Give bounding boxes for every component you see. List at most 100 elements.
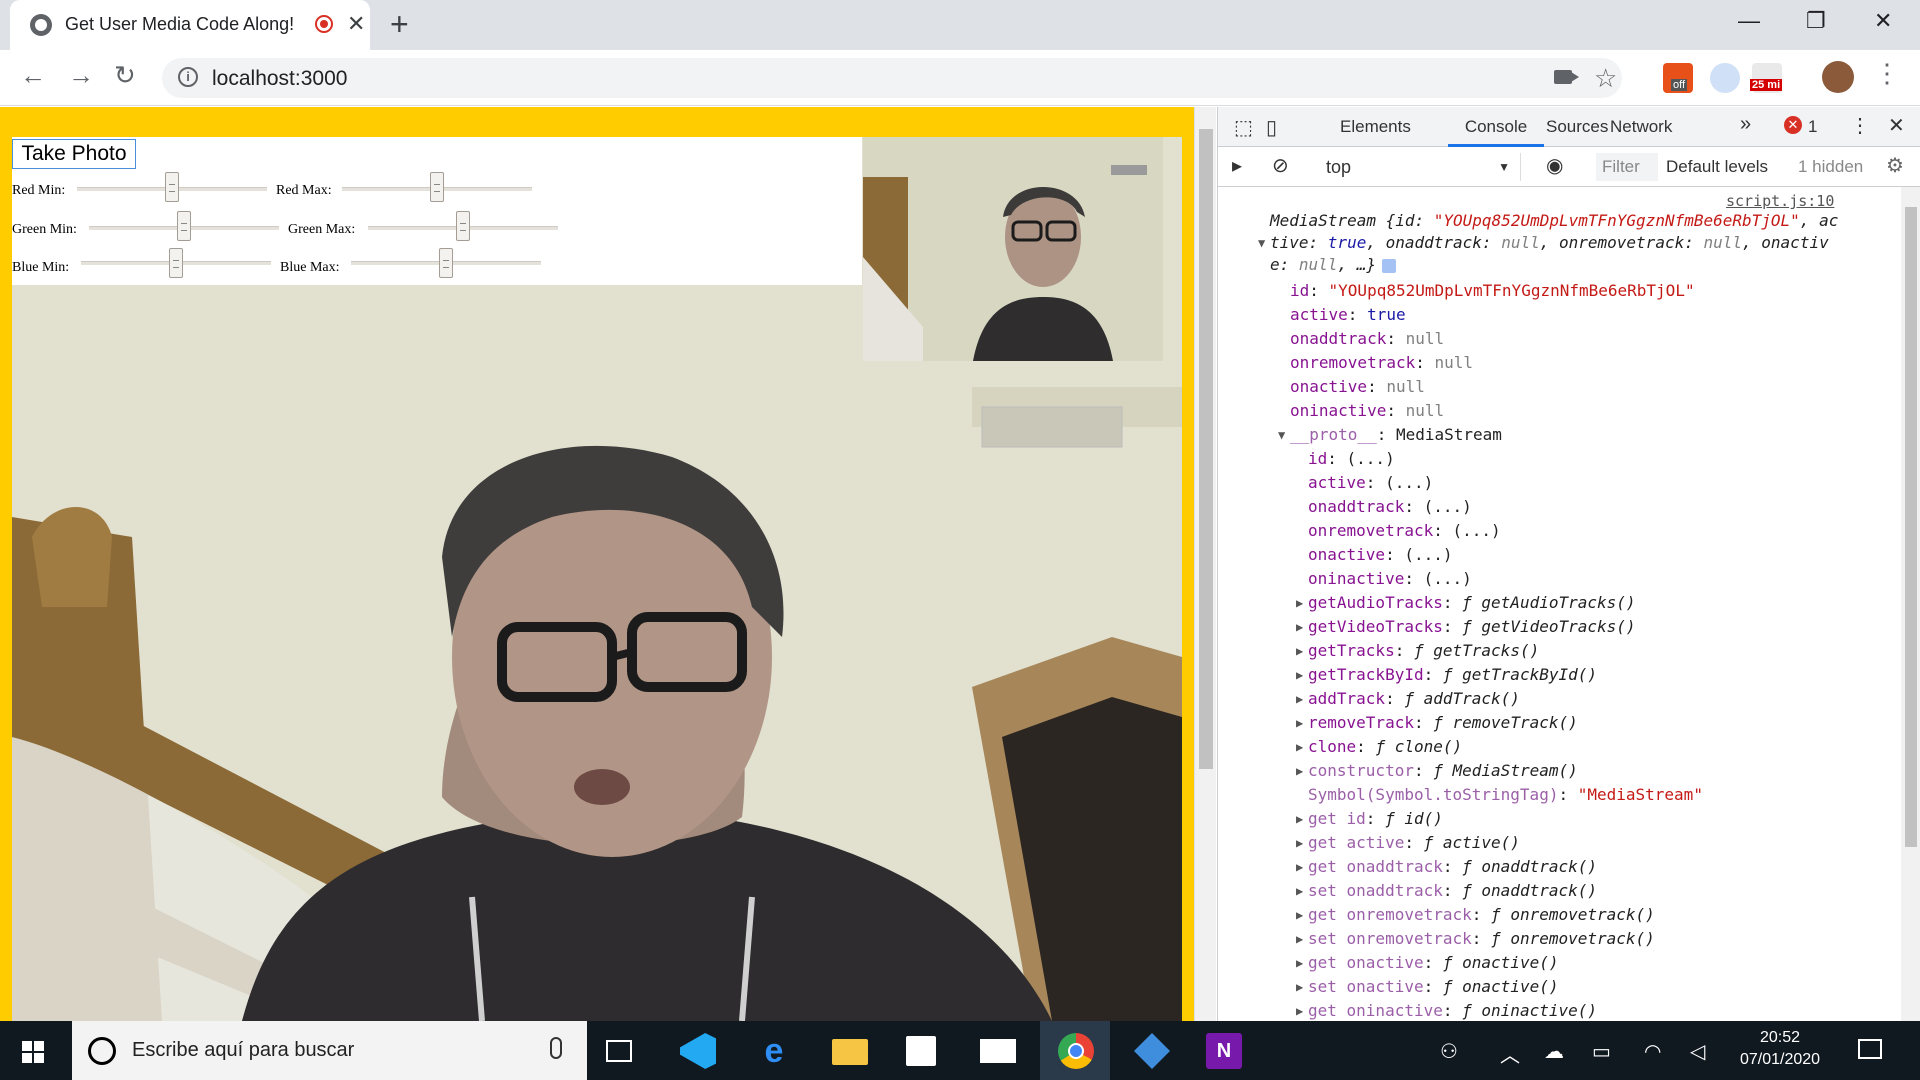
onedrive-cloud-icon[interactable]: ☁ xyxy=(1544,1039,1564,1064)
camera-icon[interactable] xyxy=(1554,70,1579,84)
expand-arrow-icon[interactable]: ▶ xyxy=(1296,975,1303,999)
tab-elements[interactable]: Elements xyxy=(1340,117,1411,137)
new-tab-button[interactable]: + xyxy=(390,6,409,43)
proto-row[interactable]: ▼ __proto__: MediaStream xyxy=(1278,423,1502,447)
page-scrollbar-thumb[interactable] xyxy=(1199,129,1213,769)
extension-icon-2[interactable] xyxy=(1710,63,1740,93)
page-scrollbar[interactable] xyxy=(1194,107,1216,1021)
info-badge-icon[interactable] xyxy=(1381,258,1396,273)
vscode-icon[interactable] xyxy=(680,1033,716,1069)
console-summary-line-2[interactable]: ▼ tive: true, onaddtrack: null, onremovet… xyxy=(1258,231,1829,255)
console-summary-line-3[interactable]: e: null, …} xyxy=(1270,253,1396,277)
expand-arrow-icon[interactable]: ▶ xyxy=(1296,591,1303,615)
proto-method-row[interactable]: ▶ removeTrack: ƒ removeTrack() xyxy=(1296,711,1578,735)
prop-row-onaddtrack[interactable]: onaddtrack: null xyxy=(1290,327,1444,351)
expand-arrow-icon[interactable]: ▶ xyxy=(1296,711,1303,735)
expand-arrow-icon[interactable]: ▶ xyxy=(1296,999,1303,1021)
action-center-icon[interactable] xyxy=(1858,1039,1882,1059)
proto-prop-row[interactable]: active: (...) xyxy=(1308,471,1433,495)
expand-arrow-icon[interactable]: ▶ xyxy=(1296,951,1303,975)
take-photo-button[interactable]: Take Photo xyxy=(12,139,136,169)
accessor-row[interactable]: ▶ get id: ƒ id() xyxy=(1296,807,1443,831)
proto-prop-row[interactable]: onactive: (...) xyxy=(1308,543,1453,567)
mail-icon[interactable] xyxy=(980,1039,1016,1063)
cortana-icon[interactable] xyxy=(88,1037,116,1065)
expand-arrow-icon[interactable]: ▶ xyxy=(1296,831,1303,855)
menu-icon[interactable]: ⋮ xyxy=(1874,58,1900,89)
proto-prop-row[interactable]: id: (...) xyxy=(1308,447,1395,471)
proto-prop-row[interactable]: oninactive: (...) xyxy=(1308,567,1472,591)
tab-close-button[interactable]: ✕ xyxy=(347,11,365,37)
console-scrollbar[interactable] xyxy=(1901,187,1920,1021)
expand-arrow-icon[interactable]: ▶ xyxy=(1296,615,1303,639)
wifi-icon[interactable]: ◠ xyxy=(1644,1039,1661,1064)
clock[interactable]: 20:52 07/01/2020 xyxy=(1735,1027,1825,1071)
edge-icon[interactable]: e xyxy=(756,1033,792,1069)
url-text[interactable]: localhost:3000 xyxy=(212,67,347,91)
prop-row-oninactive[interactable]: oninactive: null xyxy=(1290,399,1444,423)
expand-arrow-icon[interactable]: ▶ xyxy=(1296,807,1303,831)
accessor-row[interactable]: ▶ get onaddtrack: ƒ onaddtrack() xyxy=(1296,855,1597,879)
blue-max-slider-thumb[interactable] xyxy=(439,248,453,278)
expand-arrow-icon[interactable]: ▶ xyxy=(1296,663,1303,687)
search-placeholder[interactable]: Escribe aquí para buscar xyxy=(132,1039,354,1062)
accessor-row[interactable]: ▶ get active: ƒ active() xyxy=(1296,831,1520,855)
show-hidden-icons-chevron-icon[interactable]: ︿ xyxy=(1500,1039,1520,1068)
proto-method-row[interactable]: ▶ clone: ƒ clone() xyxy=(1296,735,1462,759)
volume-icon[interactable]: ◁ xyxy=(1690,1039,1705,1064)
accessor-row[interactable]: ▶ set onremovetrack: ƒ onremovetrack() xyxy=(1296,927,1655,951)
accessor-row[interactable]: ▶ set onactive: ƒ onactive() xyxy=(1296,975,1558,999)
proto-method-row[interactable]: ▶ constructor: ƒ MediaStream() xyxy=(1296,759,1578,783)
site-info-icon[interactable]: i xyxy=(178,67,198,87)
red-max-slider-thumb[interactable] xyxy=(430,172,444,202)
bookmark-star-icon[interactable]: ☆ xyxy=(1594,63,1617,94)
accessor-row[interactable]: ▶ get onactive: ƒ onactive() xyxy=(1296,951,1558,975)
live-expression-eye-icon[interactable]: ◉ xyxy=(1546,153,1563,178)
prop-row-active[interactable]: active: true xyxy=(1290,303,1406,327)
blue-min-slider-thumb[interactable] xyxy=(169,248,183,278)
tab-console[interactable]: Console xyxy=(1448,107,1544,147)
prop-row-onactive[interactable]: onactive: null xyxy=(1290,375,1425,399)
context-selector[interactable]: top ▼ xyxy=(1316,153,1521,181)
restore-button[interactable]: ❐ xyxy=(1806,8,1826,34)
proto-method-row[interactable]: ▶ getAudioTracks: ƒ getAudioTracks() xyxy=(1296,591,1636,615)
expand-arrow-icon[interactable]: ▶ xyxy=(1296,759,1303,783)
reload-icon[interactable]: ↻ xyxy=(114,60,136,91)
address-bar[interactable]: i localhost:3000 ☆ xyxy=(162,58,1622,98)
error-count[interactable]: 1 xyxy=(1808,117,1817,137)
tab-network[interactable]: Network xyxy=(1610,117,1672,137)
minimize-button[interactable]: — xyxy=(1738,8,1760,34)
taskbar-search-box[interactable]: Escribe aquí para buscar xyxy=(72,1021,587,1080)
file-explorer-icon[interactable] xyxy=(832,1039,868,1065)
back-icon[interactable]: ← xyxy=(20,60,46,91)
windows-start-icon[interactable] xyxy=(22,1041,44,1063)
store-icon[interactable] xyxy=(906,1036,936,1066)
proto-prop-row[interactable]: onaddtrack: (...) xyxy=(1308,495,1472,519)
red-min-slider-thumb[interactable] xyxy=(165,172,179,202)
close-window-button[interactable]: ✕ xyxy=(1874,8,1892,34)
prop-row-id[interactable]: id: "YOUpq852UmDpLvmTFnYGgznNfmBe6eRbTjO… xyxy=(1290,279,1695,303)
devtools-close-icon[interactable]: ✕ xyxy=(1888,113,1905,138)
expand-arrow-icon[interactable]: ▶ xyxy=(1296,735,1303,759)
expand-arrow-icon[interactable]: ▼ xyxy=(1278,423,1285,447)
console-settings-gear-icon[interactable]: ⚙ xyxy=(1886,153,1904,178)
green-min-slider-thumb[interactable] xyxy=(177,211,191,241)
expand-arrow-icon[interactable]: ▶ xyxy=(1296,687,1303,711)
microphone-icon[interactable] xyxy=(550,1037,562,1059)
proto-method-row[interactable]: ▶ getVideoTracks: ƒ getVideoTracks() xyxy=(1296,615,1636,639)
profile-avatar[interactable] xyxy=(1822,61,1854,93)
expand-arrow-icon[interactable]: ▶ xyxy=(1296,879,1303,903)
filter-input[interactable]: Filter xyxy=(1596,153,1658,181)
extension-icon-3[interactable]: 25 mi xyxy=(1750,63,1783,93)
people-icon[interactable]: ⚇ xyxy=(1440,1039,1458,1064)
proto-method-row[interactable]: ▶ getTrackById: ƒ getTrackById() xyxy=(1296,663,1597,687)
chrome-icon[interactable] xyxy=(1058,1033,1094,1069)
show-sidebar-icon[interactable]: ▸ xyxy=(1232,153,1242,178)
inspect-element-icon[interactable]: ⬚ xyxy=(1234,115,1253,140)
battery-icon[interactable]: ▭ xyxy=(1592,1039,1611,1064)
app-icon-blue-cubes[interactable] xyxy=(1134,1033,1170,1069)
expand-arrow-icon[interactable]: ▶ xyxy=(1296,639,1303,663)
console-summary-line-1[interactable]: MediaStream {id: "YOUpq852UmDpLvmTFnYGgz… xyxy=(1270,209,1838,233)
proto-method-row[interactable]: ▶ getTracks: ƒ getTracks() xyxy=(1296,639,1539,663)
tab-sources[interactable]: Sources xyxy=(1546,117,1608,137)
